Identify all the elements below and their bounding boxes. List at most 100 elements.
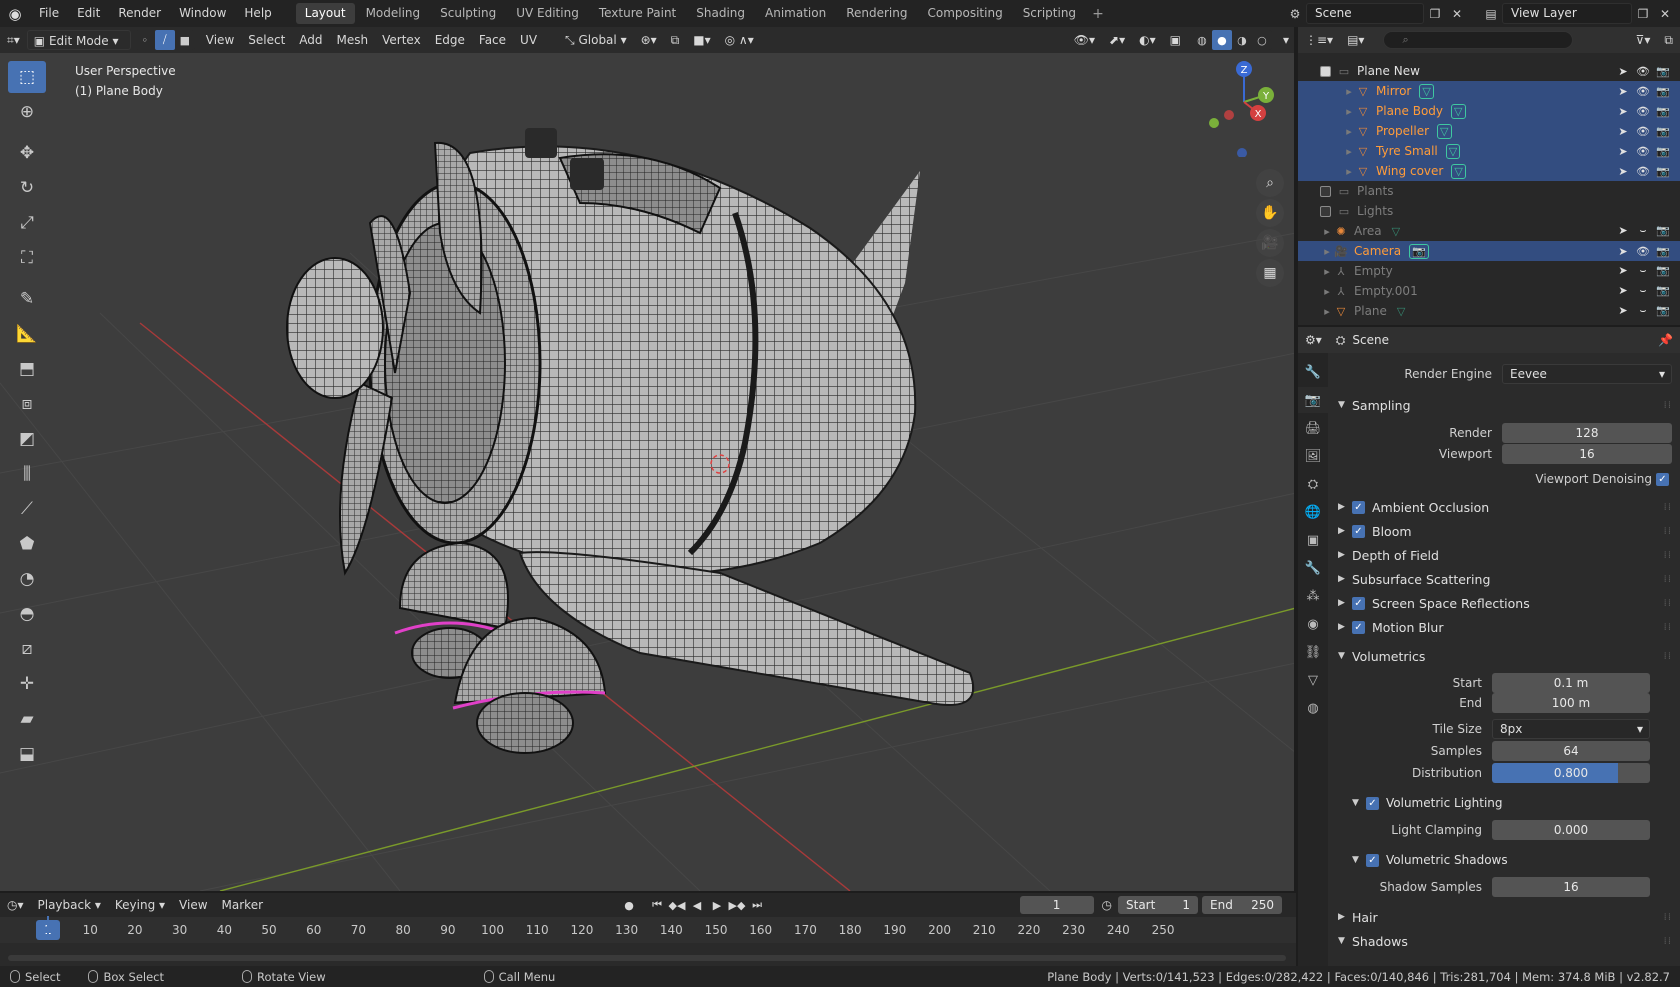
select-arrow-icon[interactable]: ➤ (1616, 264, 1630, 278)
select-arrow-icon[interactable]: ➤ (1616, 145, 1630, 158)
select-box-tool-icon[interactable]: ⬚ (8, 61, 46, 93)
current-frame-field[interactable]: 1 (1019, 896, 1094, 914)
delete-scene-icon[interactable]: ✕ (1446, 3, 1468, 24)
expand-arrow-icon[interactable]: ▸ (1320, 245, 1334, 258)
object-data-icon[interactable]: ▽ (1451, 103, 1466, 119)
select-arrow-icon[interactable]: ➤ (1616, 245, 1630, 258)
bevel-tool-icon[interactable]: ◩ (8, 423, 46, 455)
volumetric-shadows-header[interactable]: ▼ ✓ Volumetric Shadows (1328, 848, 1680, 872)
object-data-icon[interactable]: ▽ (1395, 305, 1407, 318)
outliner-row[interactable]: ▸ ▽ Tyre Small ▽ ➤ 👁 📷 (1298, 141, 1680, 161)
effect-panel-header[interactable]: ▶ Depth of Field ⁞⁞ (1328, 543, 1680, 567)
measure-tool-icon[interactable]: 📐 (8, 318, 46, 350)
outliner-row[interactable]: ▭ Plants (1298, 181, 1680, 201)
effect-checkbox[interactable]: ✓ (1352, 500, 1365, 514)
select-arrow-icon[interactable]: ➤ (1616, 85, 1630, 98)
pivot-point-icon[interactable]: ⊛▾ (634, 30, 664, 50)
visibility-icon[interactable]: 👁▾ (1067, 30, 1102, 50)
expand-arrow-icon[interactable]: ▸ (1342, 85, 1356, 98)
overlay-toggle-icon[interactable]: ◐▾ (1132, 30, 1163, 50)
cursor-tool-icon[interactable]: ⊕ (8, 96, 46, 128)
effect-panel-header[interactable]: ▶ ✓ Ambient Occlusion ⁞⁞ (1328, 495, 1680, 519)
scene-name-field[interactable]: Scene (1306, 3, 1424, 24)
panel-grip-icon[interactable]: ⁞⁞ (1664, 651, 1672, 662)
sampling-panel-header[interactable]: ▼ Sampling ⁞⁞ (1328, 393, 1680, 417)
workspace-tab-scripting[interactable]: Scripting (1014, 3, 1085, 24)
new-view-layer-icon[interactable]: ❐ (1632, 3, 1654, 24)
expand-arrow-icon[interactable]: ▸ (1320, 225, 1334, 238)
camera-render-icon[interactable]: 📷 (1656, 145, 1670, 158)
eye-icon[interactable]: 👁 (1636, 245, 1650, 258)
shadows-panel-header[interactable]: ▼ Shadows ⁞⁞ (1328, 929, 1680, 953)
collection-checkbox[interactable] (1320, 185, 1331, 197)
object-data-icon[interactable]: 📷 (1409, 243, 1429, 259)
tool-tab-icon[interactable]: 🔧 (1298, 359, 1328, 385)
start-frame-field[interactable]: Start 1 (1118, 896, 1198, 914)
shadow-samples-field[interactable]: 16 (1492, 877, 1650, 897)
object-data-icon[interactable]: ▽ (1437, 123, 1452, 139)
3d-viewport[interactable]: ⌗▾ ▣ Edit Mode ▾ ◦ ⧸ ■ View Select Add M… (0, 27, 1296, 891)
outliner-row[interactable]: ▭ Plane New ➤ 👁 📷 (1298, 61, 1680, 81)
play-reverse-icon[interactable]: ◀ (688, 896, 706, 914)
rotate-tool-icon[interactable]: ↻ (8, 172, 46, 204)
expand-arrow-icon[interactable]: ▸ (1320, 265, 1334, 278)
world-tab-icon[interactable]: 🌐 (1298, 499, 1328, 525)
jump-end-icon[interactable]: ⏭ (748, 896, 766, 914)
next-keyframe-icon[interactable]: ▶◆ (728, 896, 746, 914)
scene-tab-icon[interactable]: ⛭ (1298, 471, 1328, 497)
view-layer-tab-icon[interactable]: 🖼 (1298, 443, 1328, 469)
rendered-shading-icon[interactable]: ○ (1252, 30, 1272, 50)
select-arrow-icon[interactable]: ➤ (1616, 224, 1630, 238)
select-arrow-icon[interactable]: ➤ (1616, 304, 1630, 318)
effect-panel-header[interactable]: ▶ ✓ Screen Space Reflections ⁞⁞ (1328, 591, 1680, 615)
camera-render-icon[interactable]: 📷 (1656, 304, 1670, 318)
select-arrow-icon[interactable]: ➤ (1616, 284, 1630, 298)
zoom-icon[interactable]: ⌕ (1256, 169, 1284, 197)
add-workspace-icon[interactable]: + (1086, 6, 1110, 22)
eye-closed-icon[interactable]: ⌣ (1636, 284, 1650, 298)
camera-render-icon[interactable]: 📷 (1656, 85, 1670, 98)
menu-mesh[interactable]: Mesh (330, 30, 376, 50)
camera-render-icon[interactable]: 📷 (1656, 165, 1670, 178)
workspace-tab-sculpting[interactable]: Sculpting (431, 3, 505, 24)
effect-checkbox[interactable]: ✓ (1352, 596, 1365, 610)
display-mode-icon[interactable]: ▤▾ (1340, 30, 1371, 50)
new-collection-icon[interactable]: ⧉ (1657, 30, 1680, 50)
eye-closed-icon[interactable]: ⌣ (1636, 304, 1650, 318)
volumetric-lighting-checkbox[interactable]: ✓ (1366, 796, 1379, 810)
collection-checkbox[interactable] (1320, 65, 1331, 77)
shrink-fatten-tool-icon[interactable]: ✛ (8, 668, 46, 700)
select-arrow-icon[interactable]: ➤ (1616, 65, 1630, 78)
axis-gizmo[interactable]: Z Y X (1174, 57, 1294, 157)
vol-samples-field[interactable]: 64 (1492, 741, 1650, 761)
volumetric-lighting-header[interactable]: ▼ ✓ Volumetric Lighting (1328, 791, 1680, 815)
transform-orientation-dropdown[interactable]: ⤡ Global ▾ (558, 30, 634, 50)
tile-size-dropdown[interactable]: 8px ▾ (1492, 719, 1650, 739)
render-samples-field[interactable]: 128 (1502, 423, 1672, 443)
loop-cut-tool-icon[interactable]: ⫼ (8, 458, 46, 490)
wireframe-shading-icon[interactable]: ◍ (1192, 30, 1212, 50)
eye-closed-icon[interactable]: ⌣ (1636, 224, 1650, 238)
play-icon[interactable]: ▶ (708, 896, 726, 914)
ortho-toggle-icon[interactable]: ▦ (1256, 259, 1284, 287)
menu-select[interactable]: Select (241, 30, 292, 50)
camera-render-icon[interactable]: 📷 (1656, 224, 1670, 238)
eye-icon[interactable]: 👁 (1636, 85, 1650, 98)
select-arrow-icon[interactable]: ➤ (1616, 165, 1630, 178)
expand-arrow-icon[interactable]: ▸ (1320, 305, 1334, 318)
eye-icon[interactable]: 👁 (1636, 125, 1650, 138)
panel-grip-icon[interactable]: ⁞⁞ (1664, 400, 1672, 411)
outliner-row[interactable]: ▸ ▽ Mirror ▽ ➤ 👁 📷 (1298, 81, 1680, 101)
material-shading-icon[interactable]: ◑ (1232, 30, 1252, 50)
viewport-scene[interactable] (0, 53, 1296, 891)
vol-start-field[interactable]: 0.1 m (1492, 673, 1650, 693)
camera-render-icon[interactable]: 📷 (1656, 105, 1670, 118)
solid-shading-icon[interactable]: ● (1211, 30, 1232, 50)
expand-arrow-icon[interactable]: ▸ (1342, 105, 1356, 118)
view-layer-field[interactable]: View Layer (1502, 3, 1632, 24)
spin-tool-icon[interactable]: ◔ (8, 563, 46, 595)
particles-tab-icon[interactable]: ⁂ (1298, 583, 1328, 609)
render-engine-dropdown[interactable]: Eevee ▾ (1502, 364, 1672, 384)
view-layer-icon[interactable]: ▤ (1480, 3, 1502, 24)
eye-icon[interactable]: 👁 (1636, 65, 1650, 78)
